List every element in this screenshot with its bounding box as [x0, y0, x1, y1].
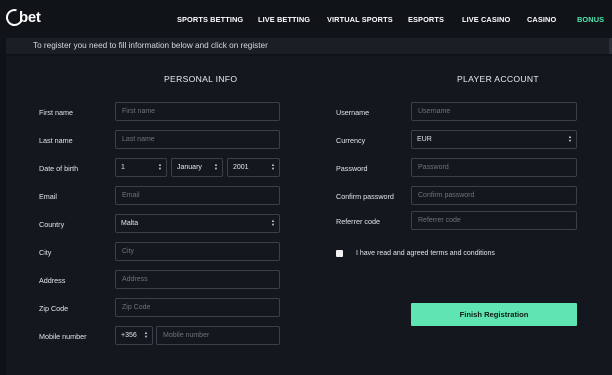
select-arrows-icon: ▲ ▼: [214, 162, 218, 172]
dob-year-select[interactable]: 2001 ▲ ▼: [227, 158, 280, 177]
dob-month-select[interactable]: January ▲ ▼: [171, 158, 223, 177]
select-arrows-icon: ▲ ▼: [271, 162, 275, 172]
finish-registration-button[interactable]: Finish Registration: [411, 303, 577, 326]
confirm-password-label: Confirm password: [336, 192, 394, 201]
email-label: Email: [39, 192, 57, 201]
dob-month-value: January: [177, 164, 202, 171]
email-input[interactable]: Email: [115, 186, 280, 205]
referrer-code-label: Referrer code: [336, 217, 380, 226]
first-name-input[interactable]: First name: [115, 102, 280, 121]
zip-code-input[interactable]: Zip Code: [115, 298, 280, 317]
dob-day-value: 1: [121, 164, 125, 171]
top-navigation-bar: bet SPORTS BETTING LIVE BETTING VIRTUAL …: [0, 0, 612, 38]
country-select[interactable]: Malta ▲ ▼: [115, 214, 280, 233]
nav-live-casino[interactable]: LIVE CASINO: [462, 0, 510, 38]
terms-checkbox[interactable]: [336, 250, 343, 257]
select-arrows-icon: ▲ ▼: [271, 218, 275, 228]
mobile-prefix-select[interactable]: +356 ▲ ▼: [115, 326, 153, 345]
nav-live-betting[interactable]: LIVE BETTING: [258, 0, 310, 38]
mobile-number-input[interactable]: Mobile number: [156, 326, 280, 345]
password-input[interactable]: Password: [411, 158, 577, 177]
terms-label: I have read and agreed terms and conditi…: [356, 250, 495, 257]
confirm-password-input[interactable]: Confirm password: [411, 186, 577, 205]
dob-day-select[interactable]: 1 ▲ ▼: [115, 158, 167, 177]
last-name-input[interactable]: Last name: [115, 130, 280, 149]
nav-esports[interactable]: ESPORTS: [408, 0, 444, 38]
country-label: Country: [39, 220, 65, 229]
country-value: Malta: [121, 220, 139, 227]
select-arrows-icon: ▲ ▼: [144, 330, 148, 340]
zip-code-label: Zip Code: [39, 304, 69, 313]
nav-bonus[interactable]: BONUS: [577, 0, 604, 38]
brand-logo[interactable]: bet: [2, 5, 41, 30]
city-input[interactable]: City: [115, 242, 280, 261]
city-label: City: [39, 248, 52, 257]
first-name-label: First name: [39, 108, 73, 117]
select-arrows-icon: ▲ ▼: [158, 162, 162, 172]
password-label: Password: [336, 164, 368, 173]
mobile-number-label: Mobile number: [39, 332, 87, 341]
nav-virtual-sports[interactable]: VIRTUAL SPORTS: [327, 0, 393, 38]
currency-label: Currency: [336, 136, 366, 145]
registration-info-text: To register you need to fill information…: [33, 41, 268, 50]
personal-info-heading: PERSONAL INFO: [164, 74, 238, 84]
nav-casino[interactable]: CASINO: [527, 0, 556, 38]
mobile-prefix-value: +356: [121, 332, 137, 339]
date-of-birth-label: Date of birth: [39, 164, 79, 173]
last-name-label: Last name: [39, 136, 73, 145]
dob-year-value: 2001: [233, 164, 249, 171]
player-account-heading: PLAYER ACCOUNT: [457, 74, 539, 84]
select-arrows-icon: ▲ ▼: [568, 134, 572, 144]
registration-info-bar: To register you need to fill information…: [6, 38, 612, 54]
currency-select[interactable]: EUR ▲ ▼: [411, 130, 577, 149]
currency-value: EUR: [417, 136, 432, 143]
address-label: Address: [39, 276, 66, 285]
referrer-code-input[interactable]: Referrer code: [411, 211, 577, 230]
username-label: Username: [336, 108, 370, 117]
address-input[interactable]: Address: [115, 270, 280, 289]
username-input[interactable]: Username: [411, 102, 577, 121]
nav-sports-betting[interactable]: SPORTS BETTING: [177, 0, 243, 38]
